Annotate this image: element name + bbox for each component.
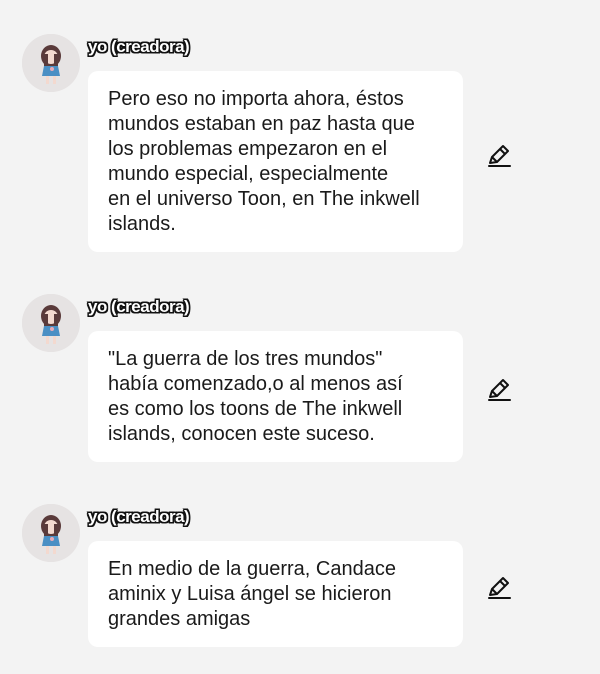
- message-author[interactable]: yo (creadora): [88, 36, 190, 58]
- message-text: Pero eso no importa ahora, éstos mundos …: [108, 88, 420, 235]
- message-bubble[interactable]: "La guerra de los tres mundos" había com…: [88, 331, 463, 462]
- girl-avatar-icon[interactable]: [22, 34, 80, 92]
- message-2: yo (creadora) "La guerra de los tres mun…: [0, 294, 600, 469]
- message-3: yo (creadora) En medio de la guerra, Can…: [0, 504, 600, 654]
- girl-avatar-icon[interactable]: [22, 294, 80, 352]
- pencil-edit-icon[interactable]: [487, 142, 513, 168]
- message-bubble[interactable]: En medio de la guerra, Candace aminix y …: [88, 541, 463, 647]
- message-text: En medio de la guerra, Candace aminix y …: [108, 558, 396, 630]
- girl-avatar-icon[interactable]: [22, 504, 80, 562]
- message-1: yo (creadora) Pero eso no importa ahora,…: [0, 34, 600, 259]
- message-author[interactable]: yo (creadora): [88, 296, 190, 318]
- pencil-edit-icon[interactable]: [487, 574, 513, 600]
- message-author[interactable]: yo (creadora): [88, 506, 190, 528]
- message-text: "La guerra de los tres mundos" había com…: [108, 348, 403, 445]
- pencil-edit-icon[interactable]: [487, 376, 513, 402]
- message-bubble[interactable]: Pero eso no importa ahora, éstos mundos …: [88, 71, 463, 252]
